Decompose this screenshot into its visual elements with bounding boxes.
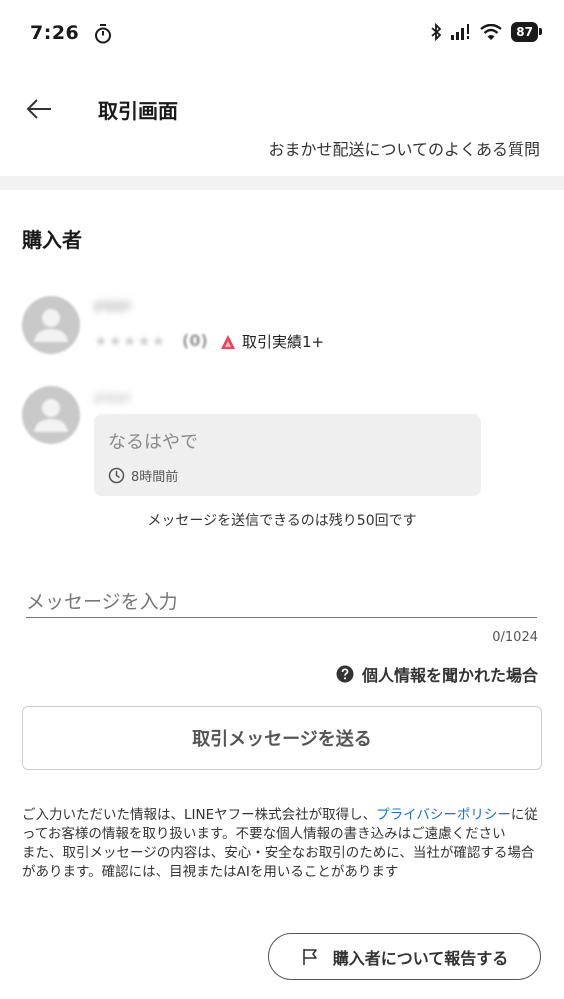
buyer-section-title: 購入者 [22,228,82,252]
app-header: 取引画面 [0,78,564,140]
privacy-policy-link[interactable]: プライバシーポリシー [376,807,511,823]
privacy-notice: ご入力いただいた情報は、LINEヤフー株式会社が取得し、プライバシーポリシーに従… [22,806,546,882]
wifi-icon [480,23,503,40]
section-divider [0,176,564,190]
clock-icon [108,467,125,484]
personal-info-help-label: 個人情報を聞かれた場合 [361,666,538,685]
remaining-messages-text: メッセージを送信できるのは残り50回です [147,513,417,529]
bluetooth-icon [431,23,442,41]
message-timestamp: 8時間前 [108,466,178,485]
faq-link-row[interactable]: おまかせ配送についてのよくある質問 [0,140,564,176]
message-text: なるはやで [108,432,198,453]
message-time-label: 8時間前 [131,470,179,485]
notice-text-3: また、取引メッセージの内容は、安心・安全なお取引のために、当社が確認する場合があ… [22,845,535,880]
user-placeholder-icon [34,309,68,342]
personal-info-help-link[interactable]: 個人情報を聞かれた場合 [336,662,538,686]
user-placeholder-icon [34,399,68,432]
signal-icon [451,24,470,40]
rating-count: (0) [182,331,208,350]
faq-link-label: おまかせ配送についてのよくある質問 [268,140,540,159]
status-time: 7:26 [30,22,80,44]
report-buyer-label: 購入者について報告する [332,948,509,968]
help-circle-icon [336,665,354,683]
battery-icon: 87 [511,22,542,42]
status-icons: 87 [430,22,542,42]
flag-icon [302,948,317,965]
report-buyer-button[interactable]: 購入者について報告する [268,933,541,980]
buyer-avatar[interactable] [22,296,80,354]
trade-record-label: 取引実績1+ [242,333,325,351]
message-input[interactable] [26,586,537,618]
rating-stars-icon: ★★★★★ [94,332,167,350]
trade-record-icon [221,334,235,349]
message-bubble: なるはやで 8時間前 [94,414,481,496]
notice-text-1: ご入力いただいた情報は、LINEヤフー株式会社が取得し、 [22,807,377,823]
back-arrow-icon[interactable] [24,94,54,124]
send-message-button[interactable]: 取引メッセージを送る [22,706,542,770]
trade-record-badge: 取引実績1+ [220,331,324,352]
character-counter: 0/1024 [492,630,538,645]
message-sender-name: pippi [94,388,131,406]
page-title: 取引画面 [98,99,178,123]
buyer-name[interactable]: pippi [94,296,204,318]
message-sender-avatar[interactable] [22,386,80,444]
status-bar: 7:26 87 [0,0,564,70]
timer-icon [95,24,111,44]
